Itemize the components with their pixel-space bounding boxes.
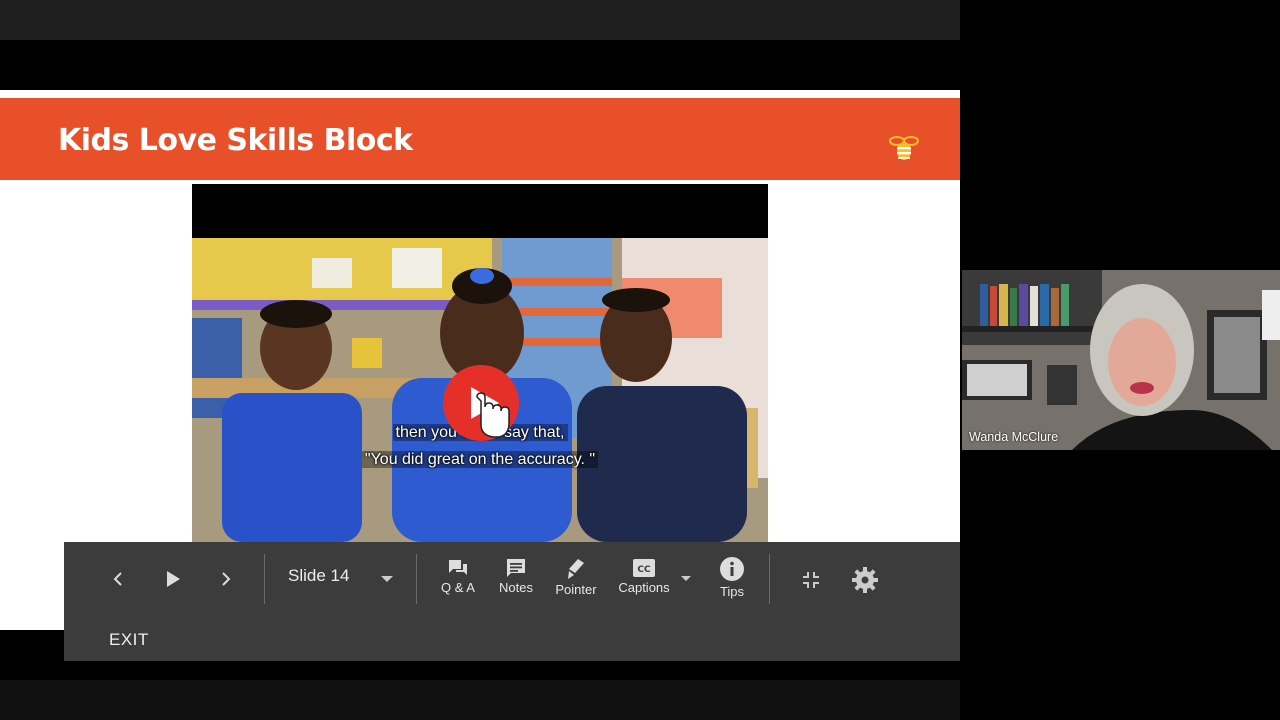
slide-header: Kids Love Skills Block xyxy=(0,98,960,180)
next-slide-button[interactable] xyxy=(214,564,238,594)
caption-line-2: "You did great on the accuracy. " xyxy=(192,451,768,469)
info-icon xyxy=(720,557,744,581)
divider xyxy=(264,554,265,604)
gear-icon xyxy=(852,567,878,593)
captions-chevron-down-icon[interactable] xyxy=(681,576,691,581)
video-player[interactable]: then you could say that, "You did great … xyxy=(192,184,768,542)
notes-icon xyxy=(507,559,525,577)
pointer-button[interactable]: Pointer xyxy=(552,558,600,597)
divider xyxy=(416,554,417,604)
tips-button[interactable]: Tips xyxy=(712,556,752,599)
participant-video xyxy=(962,270,1280,450)
participant-name: Wanda McClure xyxy=(969,430,1059,444)
slide-selector-chevron-down-icon[interactable] xyxy=(381,576,393,582)
slide-selector[interactable]: Slide 14 xyxy=(288,566,349,586)
captions-label: Captions xyxy=(618,580,670,595)
qa-icon xyxy=(449,560,467,575)
notes-button[interactable]: Notes xyxy=(494,558,538,595)
slide-title: Kids Love Skills Block xyxy=(58,123,413,158)
previous-slide-button[interactable] xyxy=(106,564,130,594)
qa-button[interactable]: Q & A xyxy=(438,558,478,595)
bee-logo-icon xyxy=(889,136,919,160)
pointer-icon xyxy=(568,559,584,579)
next-icon xyxy=(222,572,231,586)
settings-button[interactable] xyxy=(848,564,882,596)
prev-icon xyxy=(113,572,122,586)
participant-video-tile[interactable]: Wanda McClure xyxy=(962,270,1280,450)
exit-fullscreen-button[interactable] xyxy=(796,566,826,594)
exit-button[interactable]: EXIT xyxy=(109,630,149,650)
tips-label: Tips xyxy=(719,584,745,599)
presenter-control-bar: Slide 14 Q & A Notes Pointer CC Captions xyxy=(64,542,960,661)
qa-label: Q & A xyxy=(441,580,475,595)
cc-icon: CC xyxy=(633,559,655,577)
exit-fullscreen-icon xyxy=(803,572,819,588)
captions-button[interactable]: CC Captions xyxy=(616,558,672,595)
pointer-label: Pointer xyxy=(555,582,597,597)
svg-text:CC: CC xyxy=(637,565,651,575)
play-slideshow-button[interactable] xyxy=(160,564,186,594)
divider xyxy=(769,554,770,604)
bottom-bar xyxy=(0,680,960,720)
play-icon xyxy=(167,571,180,587)
top-bar xyxy=(0,0,960,40)
notes-label: Notes xyxy=(499,580,533,595)
youtube-play-icon[interactable] xyxy=(441,363,521,443)
